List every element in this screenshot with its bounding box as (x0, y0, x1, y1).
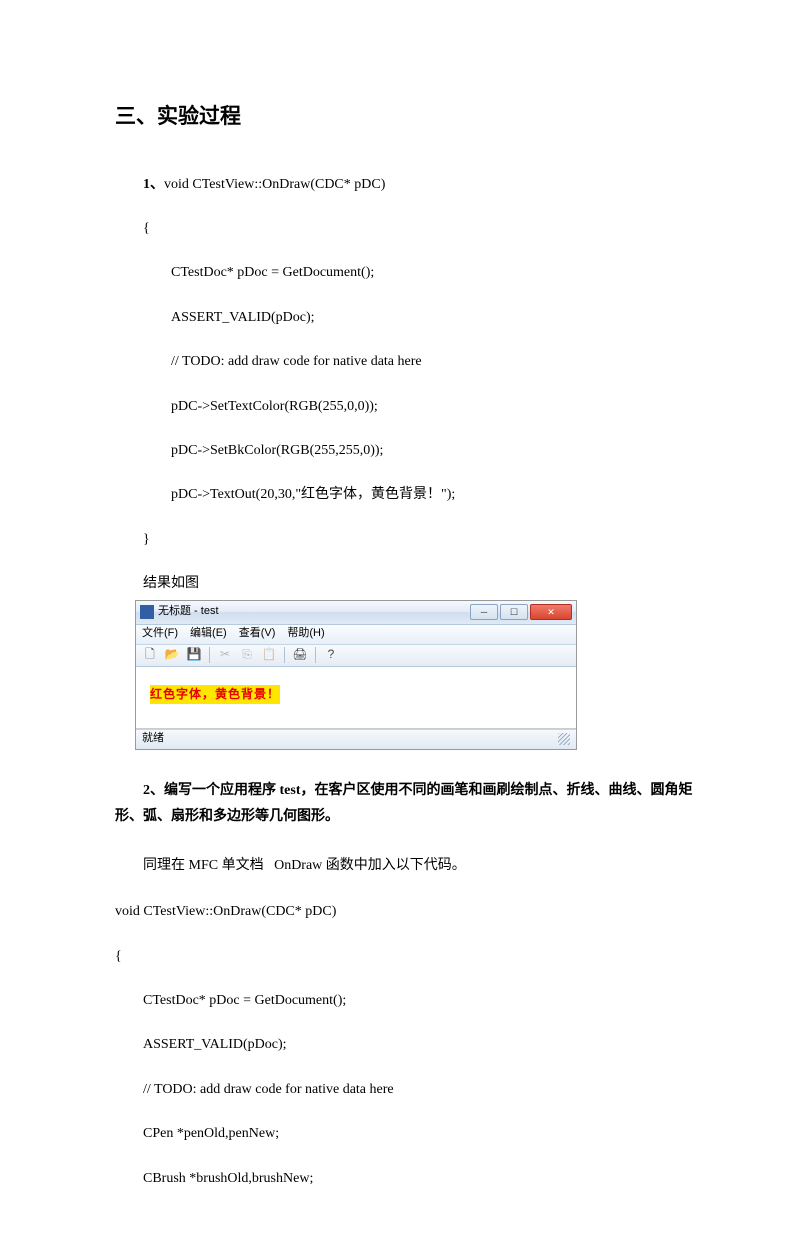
item-number: 2、 (143, 783, 164, 798)
window-title: 无标题 - test (158, 603, 470, 621)
code-line: ASSERT_VALID(pDoc); (115, 1034, 700, 1056)
code-line: void CTestView::OnDraw(CDC* pDC) (115, 901, 700, 923)
item-number: 1、 (143, 177, 164, 192)
close-button[interactable]: ✕ (530, 604, 572, 620)
resize-grip[interactable] (558, 733, 570, 745)
paste-icon[interactable]: 📋 (259, 646, 279, 664)
output-text: 红色字体，黄色背景！ (150, 685, 280, 704)
status-text: 就绪 (142, 730, 164, 748)
menu-view[interactable]: 查看(V) (239, 625, 276, 643)
separator (209, 647, 210, 663)
code-line: pDC->SetBkColor(RGB(255,255,0)); (115, 440, 700, 462)
code-line: CBrush *brushOld,brushNew; (115, 1168, 700, 1190)
print-icon[interactable]: 🖨 (290, 646, 310, 664)
section-heading: 三、实验过程 (115, 100, 700, 134)
result-label: 结果如图 (115, 573, 700, 595)
code-line: CTestDoc* pDoc = GetDocument(); (115, 990, 700, 1012)
code-line: CPen *penOld,penNew; (115, 1123, 700, 1145)
copy-icon[interactable]: ⎘ (237, 646, 257, 664)
separator (284, 647, 285, 663)
save-icon[interactable]: 💾 (184, 646, 204, 664)
note-suffix: OnDraw 函数中加入以下代码。 (274, 858, 466, 873)
code-brace: { (115, 218, 700, 240)
code-line: 1、void CTestView::OnDraw(CDC* pDC) (115, 174, 700, 196)
menubar: 文件(F) 编辑(E) 查看(V) 帮助(H) (136, 625, 576, 645)
cut-icon[interactable]: ✂ (215, 646, 235, 664)
desc-text: 编写一个应用程序 test，在客户区使用不同的画笔和画刷绘制点、折线、曲线、圆角… (115, 783, 692, 825)
app-window: 无标题 - test ─ ☐ ✕ 文件(F) 编辑(E) 查看(V) 帮助(H)… (135, 600, 577, 750)
note-line: 同理在 MFC 单文档 OnDraw 函数中加入以下代码。 (115, 853, 700, 880)
menu-help[interactable]: 帮助(H) (287, 625, 324, 643)
statusbar: 就绪 (136, 729, 576, 749)
open-icon[interactable]: 📂 (162, 646, 182, 664)
maximize-button[interactable]: ☐ (500, 604, 528, 620)
toolbar: 🗋 📂 💾 ✂ ⎘ 📋 🖨 ? (136, 645, 576, 667)
menu-edit[interactable]: 编辑(E) (190, 625, 227, 643)
help-icon[interactable]: ? (321, 646, 341, 664)
client-area: 红色字体，黄色背景！ (136, 667, 576, 729)
titlebar: 无标题 - test ─ ☐ ✕ (136, 601, 576, 625)
code-line: // TODO: add draw code for native data h… (115, 351, 700, 373)
section-2-intro: 2、编写一个应用程序 test，在客户区使用不同的画笔和画刷绘制点、折线、曲线、… (115, 778, 700, 831)
code-line: // TODO: add draw code for native data h… (115, 1079, 700, 1101)
new-icon[interactable]: 🗋 (140, 646, 160, 664)
separator (315, 647, 316, 663)
code-line: pDC->SetTextColor(RGB(255,0,0)); (115, 396, 700, 418)
code-line: ASSERT_VALID(pDoc); (115, 307, 700, 329)
app-icon (140, 605, 154, 619)
minimize-button[interactable]: ─ (470, 604, 498, 620)
menu-file[interactable]: 文件(F) (142, 625, 178, 643)
code-brace: } (115, 529, 700, 551)
code-text: void CTestView::OnDraw(CDC* pDC) (164, 177, 385, 192)
code-brace: { (115, 946, 700, 968)
code-line: pDC->TextOut(20,30,"红色字体，黄色背景！"); (115, 484, 700, 506)
note-prefix: 同理在 MFC 单文档 (143, 858, 264, 873)
code-line: CTestDoc* pDoc = GetDocument(); (115, 262, 700, 284)
